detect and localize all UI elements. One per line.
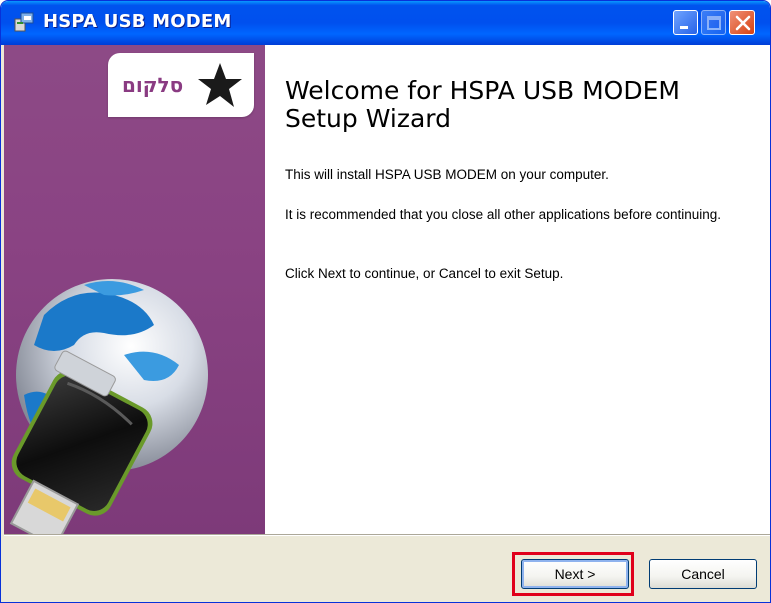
intro-text: This will install HSPA USB MODEM on your… — [285, 167, 609, 182]
brand-logo-text: סלקום — [122, 73, 184, 97]
maximize-button[interactable] — [701, 10, 726, 35]
installer-icon — [13, 11, 35, 33]
wizard-content: Welcome for HSPA USB MODEM Setup Wizard … — [265, 45, 770, 534]
window-title: HSPA USB MODEM — [43, 11, 232, 32]
recommendation-text: It is recommended that you close all oth… — [285, 207, 722, 222]
brand-logo: סלקום — [108, 53, 254, 117]
star-icon — [198, 63, 242, 107]
title-bar[interactable]: HSPA USB MODEM — [1, 1, 770, 45]
globe-usb-modem-illustration — [9, 279, 208, 534]
wizard-banner: סלקום — [4, 45, 265, 534]
footer-divider — [4, 534, 770, 536]
cancel-button[interactable]: Cancel — [649, 559, 757, 589]
close-button[interactable] — [729, 10, 755, 35]
setup-wizard-window: HSPA USB MODEM סלקום Welcome for HSPA US… — [0, 0, 771, 603]
page-title: Welcome for HSPA USB MODEM Setup Wizard — [285, 76, 680, 133]
minimize-button[interactable] — [673, 10, 698, 35]
instruction-text: Click Next to continue, or Cancel to exi… — [285, 266, 564, 281]
next-button-highlight — [512, 552, 634, 596]
